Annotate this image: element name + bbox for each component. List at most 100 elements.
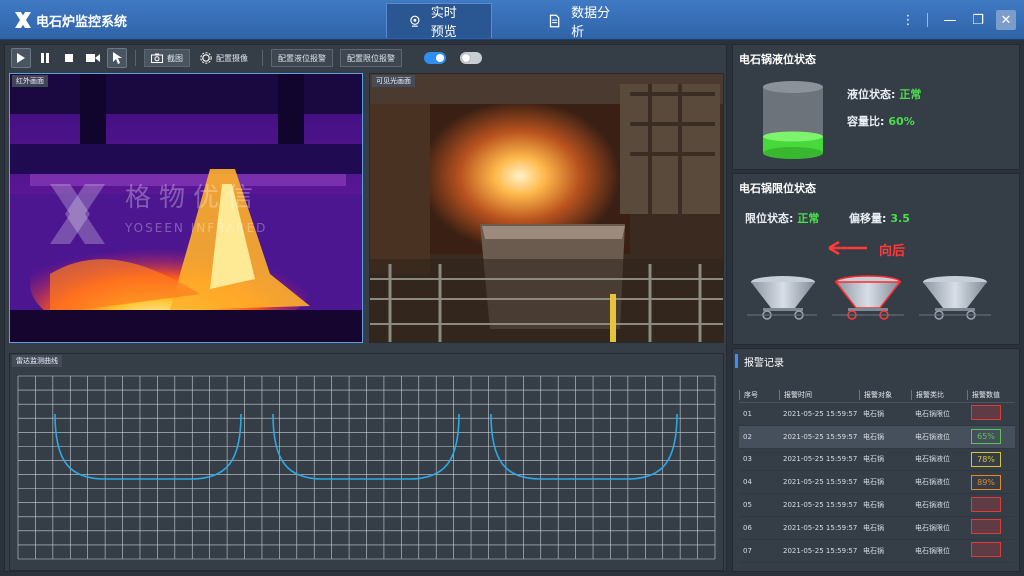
play-button[interactable] (11, 48, 31, 68)
liquid-level-title: 电石锅液位状态 (739, 53, 816, 66)
alarm-type: 电石锅液位 (915, 432, 950, 441)
alarm-value-badge: 89% (971, 474, 1001, 490)
limit-status-value: 正常 (797, 212, 820, 225)
alarm-target: 电石锅 (863, 546, 884, 555)
alarm-value-badge (971, 496, 1001, 512)
minimize-icon[interactable]: — (940, 10, 960, 30)
table-row[interactable]: 04 2021-05-25 15:59:57 电石锅 电石锅液位 89% (739, 471, 1015, 495)
tab-data-analysis[interactable]: 数据分析 (526, 3, 636, 40)
liquid-status-label: 液位状态: (847, 88, 896, 101)
pot-right (919, 276, 991, 320)
section-accent-bar (735, 354, 738, 368)
pause-button[interactable] (35, 48, 55, 68)
offset-label: 偏移量: (849, 212, 887, 225)
radar-panel: 雷达监测曲线 (9, 353, 724, 571)
config-limit-alarm-label: 配置限位报警 (347, 53, 395, 63)
table-row[interactable]: 03 2021-05-25 15:59:57 电石锅 电石锅液位 78% (739, 449, 1015, 472)
cursor-icon (113, 52, 122, 64)
alarm-type: 电石锅限位 (915, 546, 950, 555)
alarm-type: 电石锅限位 (915, 409, 950, 418)
alarm-value-cell (967, 496, 1015, 514)
config-camera-button[interactable]: 配置摄像 (194, 49, 254, 67)
title-divider (927, 13, 928, 27)
toolbar-divider (135, 50, 136, 66)
infrared-frame[interactable]: 红外画面 格物优信 YOSEEN INFRARED (9, 73, 363, 343)
table-row[interactable]: 07 2021-05-25 15:59:57 电石锅 电石锅限位 (739, 540, 1015, 563)
liquid-status: 液位状态: 正常 (847, 86, 921, 102)
alarm-no: 01 (743, 409, 752, 418)
alarm-no: 05 (743, 501, 752, 510)
alarm-type: 电石锅液位 (915, 478, 950, 487)
select-button[interactable] (107, 48, 127, 68)
config-level-alarm-label: 配置液位报警 (278, 53, 326, 63)
app-title: 电石炉监控系统 (36, 15, 128, 30)
radar-grid (17, 375, 716, 560)
liquid-ratio-value: 60% (888, 115, 915, 128)
table-row[interactable]: 06 2021-05-25 15:59:57 电石锅 电石锅限位 (739, 517, 1015, 540)
close-icon[interactable]: ✕ (996, 10, 1016, 30)
liquid-ratio-label: 容量比: (847, 115, 885, 128)
alarm-records-header: 报警记录 (733, 349, 1019, 373)
alarm-no: 02 (743, 432, 752, 441)
alarm-value-cell (967, 542, 1015, 559)
watermark-cn: 格物优信 (125, 183, 261, 213)
table-row[interactable]: 05 2021-05-25 15:59:57 电石锅 电石锅液位 (739, 494, 1015, 517)
liquid-ratio: 容量比: 60% (847, 113, 915, 129)
play-icon (17, 53, 25, 63)
tank-icon (763, 81, 823, 159)
pot-center (832, 275, 904, 320)
limit-status-panel: 电石锅限位状态 限位状态: 正常 偏移量: 3.5 向后 (732, 173, 1020, 345)
visible-light-image (370, 74, 723, 342)
alarm-time: 2021-05-25 15:59:57 (783, 455, 858, 464)
col-time: 报警时间 (779, 389, 859, 400)
limit-status: 限位状态: 正常 (745, 210, 819, 226)
alarm-value-badge (971, 519, 1001, 535)
alarm-target: 电石锅 (863, 432, 884, 441)
limit-status-title: 电石锅限位状态 (739, 182, 816, 195)
alarm-value-badge (971, 542, 1001, 558)
alarm-time: 2021-05-25 15:59:57 (783, 501, 858, 510)
limit-status-label: 限位状态: (745, 212, 794, 225)
alarm-type: 电石锅液位 (915, 455, 950, 464)
tab-data-analysis-label: 数据分析 (571, 5, 611, 40)
infrared-frame-label: 红外画面 (12, 75, 48, 87)
tab-realtime-preview[interactable]: 实时预览 (386, 3, 492, 40)
screenshot-button[interactable]: 截图 (144, 49, 190, 67)
visible-light-frame[interactable]: 可见光画面 (369, 73, 724, 343)
table-row[interactable]: 01 2021-05-25 15:59:57 电石锅 电石锅限位 (739, 403, 1015, 426)
pots-row (747, 275, 991, 320)
gear-icon (200, 52, 212, 64)
alarm-type: 电石锅液位 (915, 501, 950, 510)
more-menu-icon[interactable]: ⋮ (898, 10, 918, 30)
col-type: 报警类比 (911, 389, 967, 400)
radar-label: 雷达监测曲线 (12, 355, 62, 367)
restore-icon[interactable]: ❐ (968, 10, 988, 30)
toggle-switch-off[interactable] (460, 52, 482, 64)
alarm-records-title: 报警记录 (744, 357, 784, 369)
alarm-time: 2021-05-25 15:59:57 (783, 432, 858, 441)
record-button[interactable] (83, 48, 103, 68)
liquid-status-value: 正常 (899, 88, 922, 101)
camera-icon (410, 15, 420, 27)
title-bar: 电石炉监控系统 实时预览 数据分析 ⋮ — ❐ ✕ (0, 0, 1024, 40)
stop-button[interactable] (59, 48, 79, 68)
col-no: 序号 (739, 389, 779, 400)
table-row[interactable]: 02 2021-05-25 15:59:57 电石锅 电石锅液位 65% (739, 425, 1015, 449)
video-panel: 截图 配置摄像 配置液位报警 配置限位报警 红外画面 格物优信 YOSEEN I… (4, 44, 727, 572)
infrared-image: 格物优信 YOSEEN INFRARED (10, 74, 362, 342)
alarm-time: 2021-05-25 15:59:57 (783, 409, 858, 418)
config-limit-alarm-button[interactable]: 配置限位报警 (340, 49, 402, 67)
screenshot-label: 截图 (167, 53, 183, 63)
offset-value: 3.5 (890, 212, 910, 225)
alarm-value-cell (967, 519, 1015, 536)
config-level-alarm-button[interactable]: 配置液位报警 (271, 49, 333, 67)
alarm-target: 电石锅 (863, 501, 884, 510)
toggle-switch-on[interactable] (424, 52, 446, 64)
config-camera-label: 配置摄像 (216, 53, 248, 63)
alarm-table: 序号 报警时间 报警对象 报警类比 报警数值 01 2021-05-25 15:5… (739, 387, 1015, 563)
camera-icon (151, 53, 163, 63)
watermark-en: YOSEEN INFRARED (124, 221, 267, 235)
app-logo-icon (15, 12, 31, 28)
alarm-value-cell: 89% (967, 474, 1015, 490)
document-icon (549, 14, 560, 27)
